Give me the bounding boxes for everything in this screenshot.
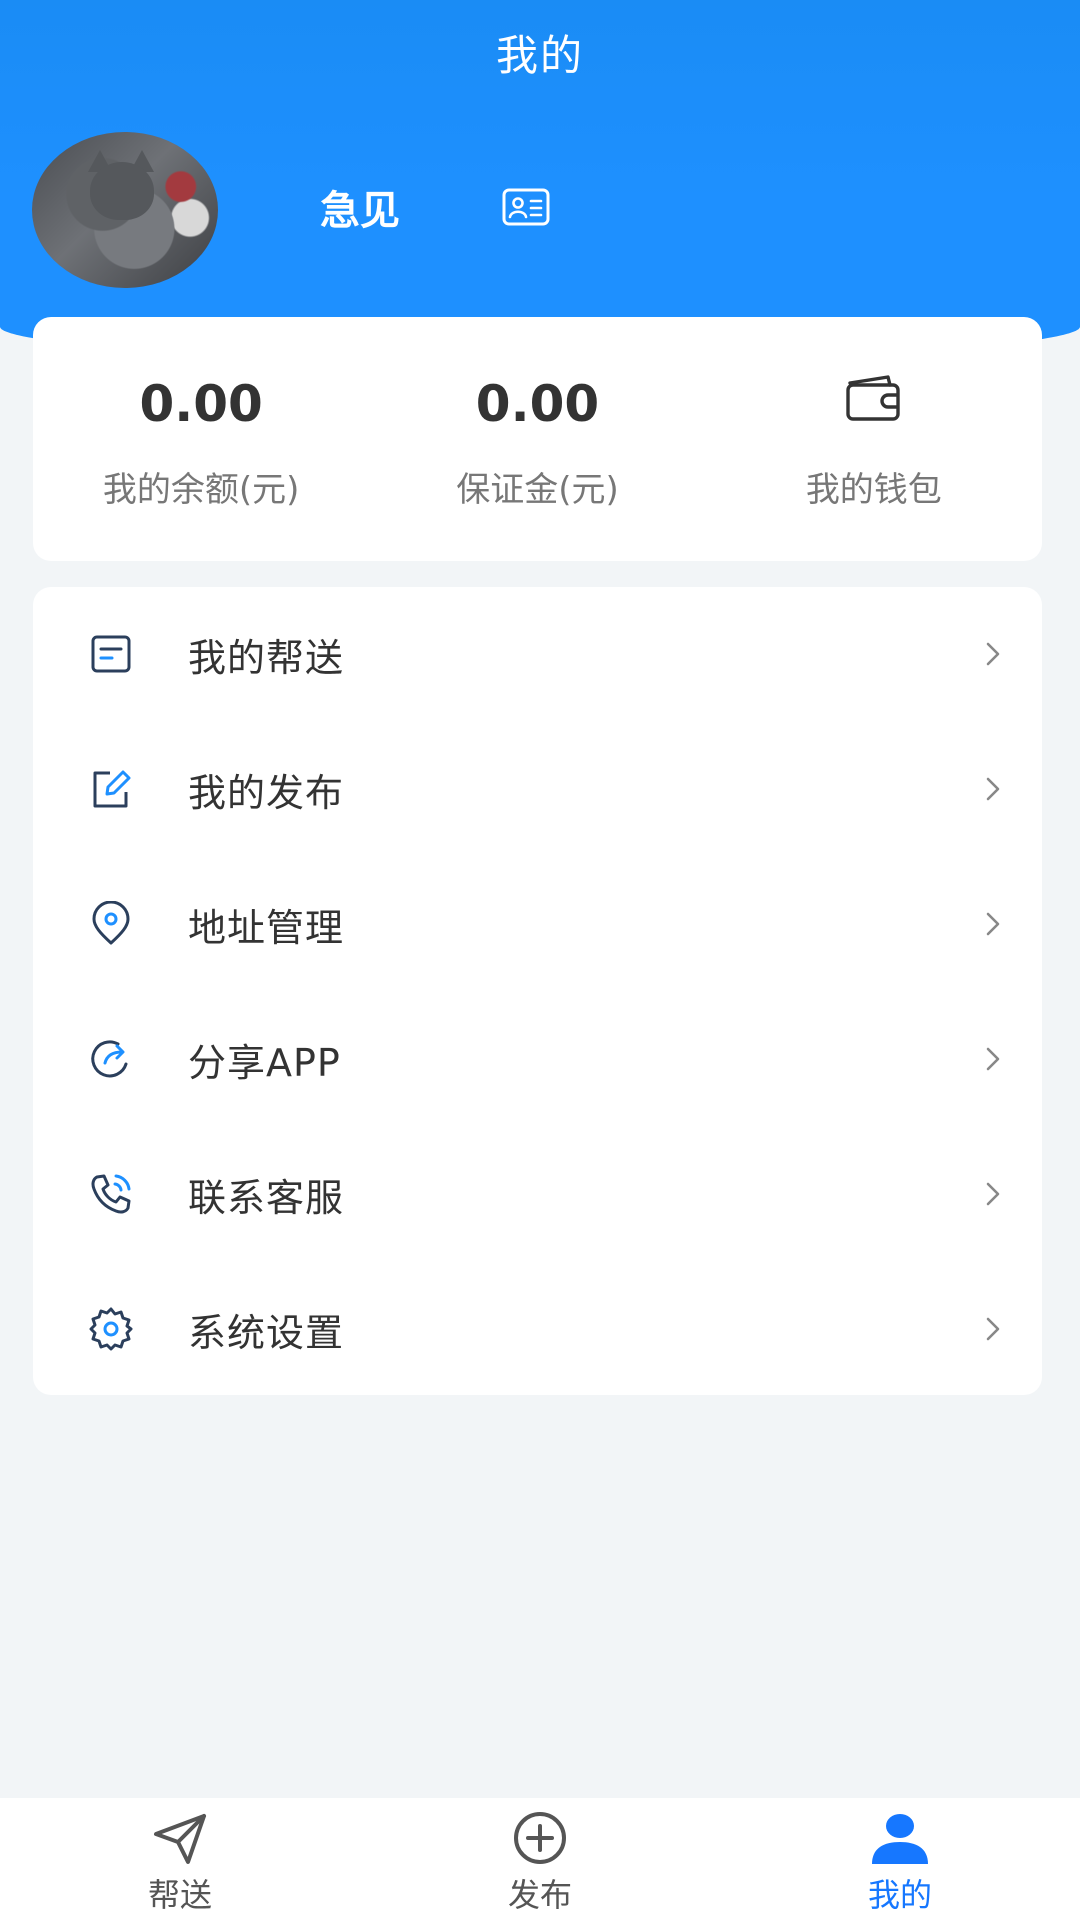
chevron-right-icon (986, 642, 1000, 666)
chevron-right-icon (986, 1047, 1000, 1071)
document-icon (91, 635, 131, 673)
tab-label: 我的 (867, 1876, 932, 1914)
profile-header: 我的 急见 (0, 0, 1080, 360)
chevron-right-icon (986, 912, 1000, 936)
menu-list: 我的帮送 我的发布 地址管理 分享APP 联系客服 系统设置 (33, 587, 1042, 1395)
gear-icon (89, 1307, 133, 1351)
send-icon (154, 1814, 206, 1864)
user-name: 急见 (320, 188, 400, 234)
tab-deliver[interactable]: 帮送 (0, 1798, 360, 1920)
deposit-stat[interactable]: 0.00 保证金(元) (369, 317, 705, 561)
chevron-right-icon (986, 1182, 1000, 1206)
wallet-label: 我的钱包 (805, 470, 942, 510)
phone-icon (91, 1174, 131, 1214)
menu-item-contact-support[interactable]: 联系客服 (33, 1127, 1042, 1262)
menu-item-address-management[interactable]: 地址管理 (33, 857, 1042, 992)
balance-label: 我的余额(元) (102, 470, 300, 510)
balance-value: 0.00 (139, 375, 263, 433)
menu-item-label: 我的帮送 (188, 636, 345, 680)
balance-stat[interactable]: 0.00 我的余额(元) (33, 317, 369, 561)
wallet-stat[interactable]: 我的钱包 (706, 317, 1042, 561)
menu-item-my-posts[interactable]: 我的发布 (33, 722, 1042, 857)
location-icon (92, 901, 130, 945)
menu-item-system-settings[interactable]: 系统设置 (33, 1262, 1042, 1397)
user-icon (872, 1814, 928, 1864)
account-summary-card: 0.00 我的余额(元) 0.00 保证金(元) 我的钱包 (33, 317, 1042, 561)
page-title: 我的 (495, 31, 584, 80)
share-icon (91, 1040, 128, 1078)
menu-item-label: 系统设置 (188, 1311, 345, 1355)
user-avatar[interactable] (32, 132, 218, 288)
deposit-value: 0.00 (475, 375, 600, 433)
avatar-cat-face (90, 162, 154, 220)
tab-publish[interactable]: 发布 (360, 1798, 720, 1920)
chevron-right-icon (986, 777, 1000, 801)
plus-circle-icon (514, 1812, 566, 1864)
bottom-tab-bar: 帮送 发布 我的 (0, 1798, 1080, 1920)
menu-item-my-deliveries[interactable]: 我的帮送 (33, 587, 1042, 722)
wallet-icon (846, 375, 900, 421)
chevron-right-icon (986, 1317, 1000, 1341)
menu-item-label: 分享APP (188, 1041, 341, 1085)
menu-item-label: 我的发布 (188, 771, 345, 815)
tab-mine[interactable]: 我的 (720, 1798, 1080, 1920)
tab-label: 发布 (507, 1876, 572, 1914)
menu-item-label: 地址管理 (188, 906, 345, 950)
id-card-icon[interactable] (502, 188, 550, 226)
menu-item-label: 联系客服 (188, 1176, 345, 1220)
edit-icon (93, 770, 131, 808)
menu-item-share-app[interactable]: 分享APP (33, 992, 1042, 1127)
tab-label: 帮送 (147, 1876, 212, 1914)
deposit-label: 保证金(元) (456, 470, 619, 510)
